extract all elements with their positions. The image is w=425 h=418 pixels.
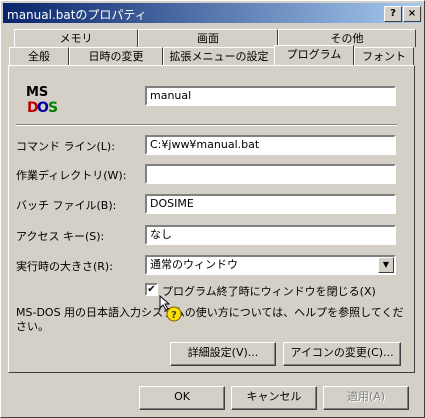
run-size-label: 実行時の大きさ(R):: [16, 260, 113, 273]
panel-content: MS D O S manual コマンド ライン(L): C:¥jww¥manu…: [0, 0, 425, 418]
svg-text:?: ?: [171, 310, 177, 321]
run-size-value: 通常のウィンドウ: [150, 258, 238, 271]
command-line-field[interactable]: C:¥jww¥manual.bat: [145, 135, 396, 155]
working-dir-field[interactable]: [145, 164, 396, 184]
batch-file-field[interactable]: DOSIME: [145, 194, 396, 214]
command-line-label: コマンド ライン(L):: [16, 140, 115, 153]
separator: [16, 124, 397, 126]
working-dir-label: 作業ディレクトリ(W):: [16, 169, 127, 182]
run-size-select[interactable]: 通常のウィンドウ ▼: [145, 255, 396, 275]
shortcut-key-label: アクセス キー(S):: [16, 230, 105, 243]
ok-button[interactable]: OK: [139, 386, 225, 410]
apply-button[interactable]: 適用(A): [323, 386, 409, 410]
close-on-exit-checkbox[interactable]: ✔: [145, 283, 158, 296]
cancel-button[interactable]: キャンセル: [231, 386, 317, 410]
chevron-down-icon[interactable]: ▼: [378, 257, 394, 273]
program-name-field[interactable]: manual: [145, 86, 396, 106]
help-text: MS-DOS 用の日本語入力システムの使い方については、ヘルプを参照してください…: [16, 306, 404, 333]
msdos-icon: MS D O S: [26, 85, 58, 116]
svg-text:S: S: [48, 100, 58, 116]
shortcut-key-field[interactable]: なし: [145, 225, 396, 245]
help-pointer-icon: ?: [159, 294, 182, 322]
change-icon-button[interactable]: アイコンの変更(C)...: [283, 342, 401, 366]
svg-text:MS: MS: [26, 85, 48, 100]
batch-file-label: バッチ ファイル(B):: [16, 199, 117, 212]
advanced-settings-button[interactable]: 詳細設定(V)...: [170, 342, 276, 366]
close-on-exit-label[interactable]: プログラム終了時にウィンドウを閉じる(X): [162, 283, 376, 299]
